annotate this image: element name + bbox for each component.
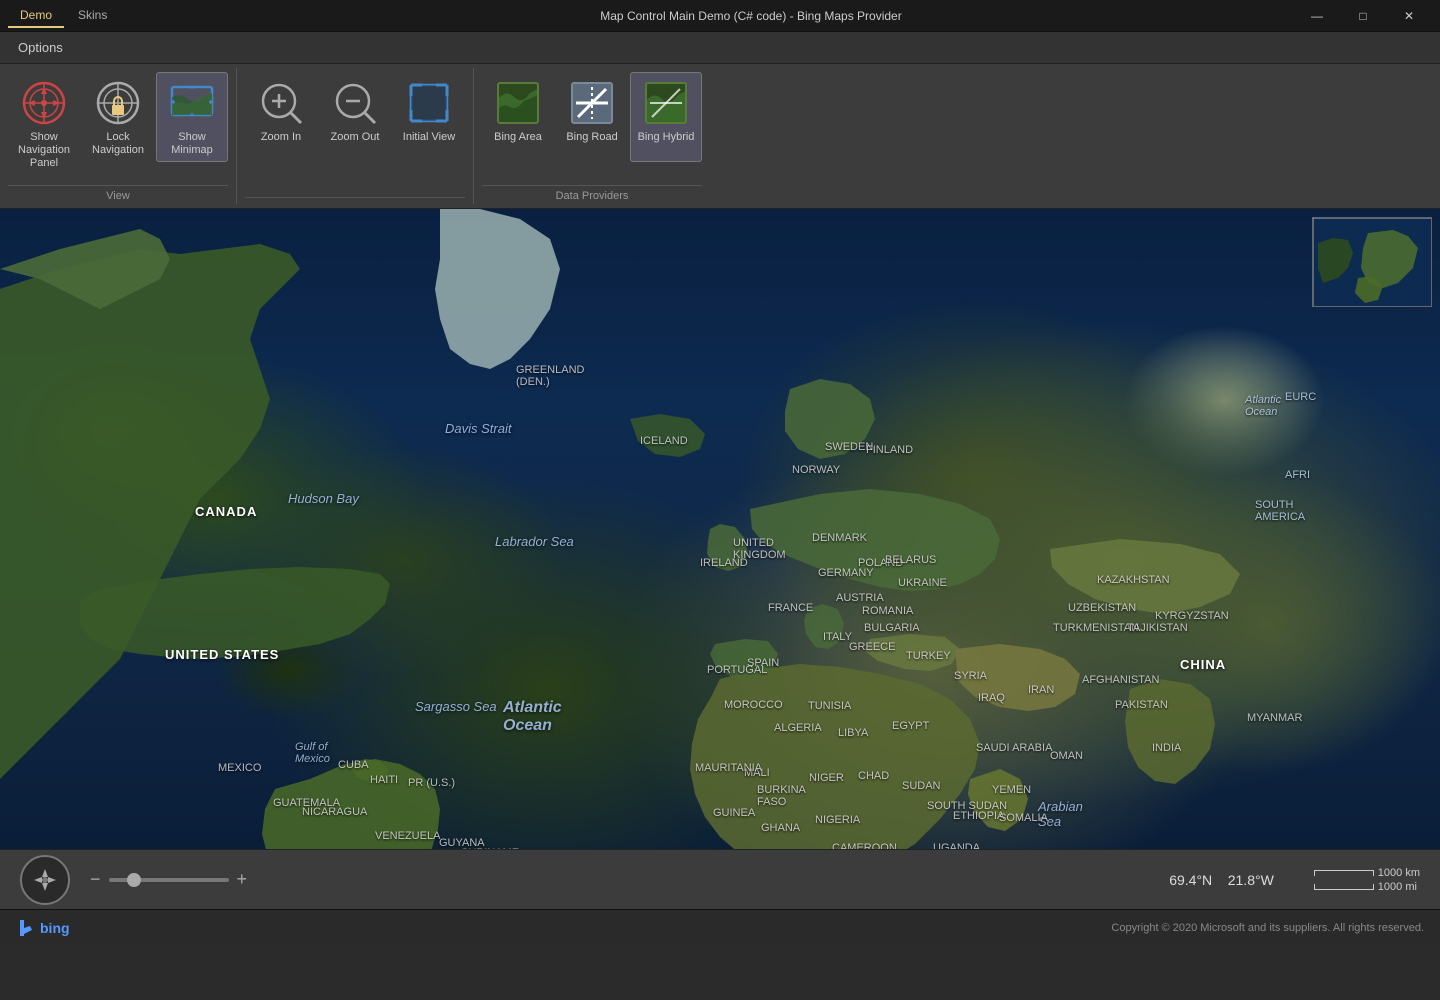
window-controls: — □ ✕ (1294, 0, 1432, 32)
tab-demo[interactable]: Demo (8, 4, 64, 28)
scale-km-graphic (1314, 870, 1374, 876)
status-right: 69.4°N 21.8°W 1000 km 1000 mi (1169, 867, 1420, 893)
tab-skins[interactable]: Skins (66, 4, 119, 28)
bing-hybrid-button[interactable]: Bing Hybrid (630, 72, 702, 162)
zoom-slider[interactable] (109, 878, 229, 882)
bing-road-icon (568, 79, 616, 127)
view-group-label: View (8, 185, 228, 204)
minimap (1312, 217, 1432, 307)
window-title: Map Control Main Demo (C# code) - Bing M… (208, 9, 1294, 23)
initial-view-label: Initial View (403, 131, 455, 144)
lock-navigation-button[interactable]: Lock Navigation (82, 72, 154, 162)
scale-mi: 1000 mi (1314, 881, 1417, 893)
zoom-slider-thumb (127, 873, 141, 887)
zoom-in-icon (257, 79, 305, 127)
view-buttons: Show Navigation Panel Lock Navigation (8, 68, 228, 185)
scale-mi-label: 1000 mi (1378, 881, 1417, 893)
bing-area-button[interactable]: Bing Area (482, 72, 554, 162)
bing-logo: bing (16, 918, 70, 938)
zoom-minus[interactable]: − (90, 869, 101, 890)
zoom-control: − + (90, 869, 247, 890)
copyright-text: Copyright © 2020 Microsoft and its suppl… (1111, 922, 1424, 934)
toolbar: Show Navigation Panel Lock Navigation (0, 64, 1440, 209)
bing-area-icon (494, 79, 542, 127)
map-svg (0, 209, 1440, 849)
navigation-control[interactable] (20, 855, 70, 905)
scale-bar: 1000 km 1000 mi (1314, 867, 1420, 893)
maximize-button[interactable]: □ (1340, 0, 1386, 32)
show-navigation-panel-button[interactable]: Show Navigation Panel (8, 72, 80, 176)
bing-road-label: Bing Road (566, 131, 617, 144)
coordinates: 69.4°N 21.8°W (1169, 872, 1274, 888)
lock-nav-label: Lock Navigation (87, 131, 149, 157)
data-providers-group-label: Data Providers (482, 185, 702, 204)
scale-mi-graphic (1314, 884, 1374, 890)
menu-options[interactable]: Options (8, 36, 73, 59)
minimize-button[interactable]: — (1294, 0, 1340, 32)
zoom-out-icon (331, 79, 379, 127)
status-left: − + (20, 855, 247, 905)
map-container[interactable]: CANADA UNITED STATES BRAZIL CHINA Labrad… (0, 209, 1440, 849)
titlebar-tabs: Demo Skins (8, 4, 119, 28)
zoom-out-button[interactable]: Zoom Out (319, 72, 391, 162)
zoom-plus[interactable]: + (237, 869, 248, 890)
statusbar: − + 69.4°N 21.8°W 1000 km 1000 mi (0, 849, 1440, 909)
titlebar: Demo Skins Map Control Main Demo (C# cod… (0, 0, 1440, 32)
bing-hybrid-icon (642, 79, 690, 127)
toolbar-group-zoom: Zoom In Zoom Out (237, 68, 474, 204)
zoom-in-label: Zoom In (261, 131, 301, 144)
bing-hybrid-label: Bing Hybrid (638, 131, 695, 144)
bottombar: bing Copyright © 2020 Microsoft and its … (0, 909, 1440, 945)
zoom-in-button[interactable]: Zoom In (245, 72, 317, 162)
close-button[interactable]: ✕ (1386, 0, 1432, 32)
zoom-out-label: Zoom Out (331, 131, 380, 144)
initial-view-button[interactable]: Initial View (393, 72, 465, 162)
zoom-group-label (245, 197, 465, 204)
bing-text: bing (40, 920, 70, 936)
scale-km-label: 1000 km (1378, 867, 1420, 879)
menubar: Options (0, 32, 1440, 64)
zoom-buttons: Zoom In Zoom Out (245, 68, 465, 197)
longitude: 21.8°W (1228, 872, 1274, 888)
minimap-inner (1313, 218, 1431, 306)
show-minimap-label: Show Minimap (161, 131, 223, 157)
lock-nav-icon (94, 79, 142, 127)
show-minimap-icon (168, 79, 216, 127)
toolbar-group-data-providers: Bing Area Bing Road (474, 68, 710, 204)
show-nav-icon (20, 79, 68, 127)
initial-view-icon (405, 79, 453, 127)
data-provider-buttons: Bing Area Bing Road (482, 68, 702, 185)
show-minimap-button[interactable]: Show Minimap (156, 72, 228, 162)
bing-area-label: Bing Area (494, 131, 542, 144)
scale-km: 1000 km (1314, 867, 1420, 879)
latitude: 69.4°N (1169, 872, 1212, 888)
show-nav-label: Show Navigation Panel (13, 131, 75, 171)
bing-road-button[interactable]: Bing Road (556, 72, 628, 162)
toolbar-group-view: Show Navigation Panel Lock Navigation (0, 68, 237, 204)
